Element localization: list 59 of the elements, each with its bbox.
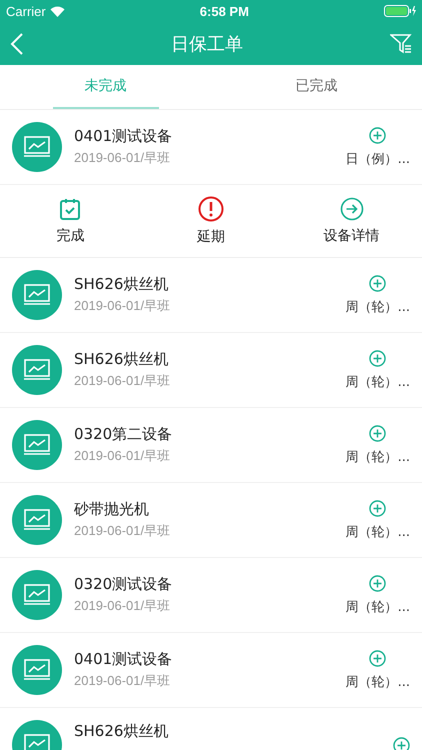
add-icon[interactable] <box>369 574 386 592</box>
device-name: 砂带抛光机 <box>74 500 150 518</box>
add-icon[interactable] <box>369 274 386 292</box>
order-row[interactable]: 0320测试设备 2019-06-01/早班 周（轮）... <box>0 558 422 633</box>
shift-date: 2019-06-01/早班 <box>74 447 172 465</box>
order-row[interactable]: SH626烘丝机 2019-06-01/早班 周（轮）... <box>0 258 422 333</box>
add-icon[interactable] <box>369 350 386 366</box>
device-name: SH626烘丝机 <box>74 350 170 368</box>
chart-monitor-icon <box>12 570 62 620</box>
add-icon[interactable] <box>369 424 386 442</box>
add-icon[interactable] <box>369 650 386 666</box>
device-name: 0320测试设备 <box>74 575 174 593</box>
maintenance-type: 周（轮）... <box>346 524 410 540</box>
maintenance-type: 周（轮）... <box>346 298 410 316</box>
add-icon[interactable] <box>369 126 386 144</box>
maintenance-type: 周（轮）... <box>346 448 410 466</box>
shift-date: 2019-06-01/早班 <box>74 522 172 540</box>
maintenance-type: 周（轮）... <box>346 374 410 390</box>
back-icon[interactable] <box>10 32 24 54</box>
action-button[interactable]: 设备详情 <box>281 185 422 257</box>
order-row[interactable]: 0401测试设备 2019-06-01/早班 周（轮）... <box>0 633 422 708</box>
shift-date: 2019-06-01/早班 <box>74 597 172 615</box>
order-row[interactable]: SH626烘丝机 2019-06-01/早班 周（轮）... <box>0 333 422 408</box>
status-time: 6:58 PM <box>200 4 249 18</box>
action-button[interactable]: 完成 <box>0 185 141 257</box>
add-icon[interactable] <box>369 500 386 516</box>
chart-monitor-icon <box>12 345 62 395</box>
chart-monitor-icon <box>12 495 62 545</box>
shift-date: 2019-06-01/早班 <box>74 672 172 690</box>
maintenance-type: 周（轮）... <box>346 598 410 616</box>
order-row[interactable]: 砂带抛光机 2019-06-01/早班 周（轮）... <box>0 483 422 558</box>
order-row[interactable]: 0401测试设备 2019-06-01/早班 日（例）... <box>0 110 422 185</box>
action-button[interactable]: 延期 <box>140 185 282 257</box>
chart-monitor-icon <box>12 270 62 320</box>
alert-icon <box>198 196 224 222</box>
order-row[interactable]: SH626烘丝机 <box>0 708 422 750</box>
device-name: 0401测试设备 <box>74 650 174 668</box>
filter-icon[interactable] <box>390 32 412 54</box>
arrow-circle-icon <box>340 197 364 221</box>
battery-icon <box>384 5 416 17</box>
order-row[interactable]: 0320第二设备 2019-06-01/早班 周（轮）... <box>0 408 422 483</box>
chart-monitor-icon <box>12 420 62 470</box>
wifi-icon <box>50 6 65 16</box>
calendar-check-icon <box>58 197 82 221</box>
device-name: SH626烘丝机 <box>74 722 170 740</box>
shift-date: 2019-06-01/早班 <box>74 149 172 167</box>
tab[interactable]: 已完成 <box>211 65 422 109</box>
chart-monitor-icon <box>12 645 62 695</box>
shift-date: 2019-06-01/早班 <box>74 297 172 315</box>
page-title: 日保工单 <box>171 32 243 56</box>
maintenance-type: 日（例）... <box>346 150 410 168</box>
maintenance-type: 周（轮）... <box>346 674 410 690</box>
chart-monitor-icon <box>12 122 62 172</box>
add-icon[interactable] <box>393 736 410 750</box>
carrier-label: Carrier <box>6 4 46 18</box>
device-name: SH626烘丝机 <box>74 275 170 293</box>
device-name: 0401测试设备 <box>74 127 174 145</box>
device-name: 0320第二设备 <box>74 425 174 443</box>
shift-date: 2019-06-01/早班 <box>74 372 172 390</box>
